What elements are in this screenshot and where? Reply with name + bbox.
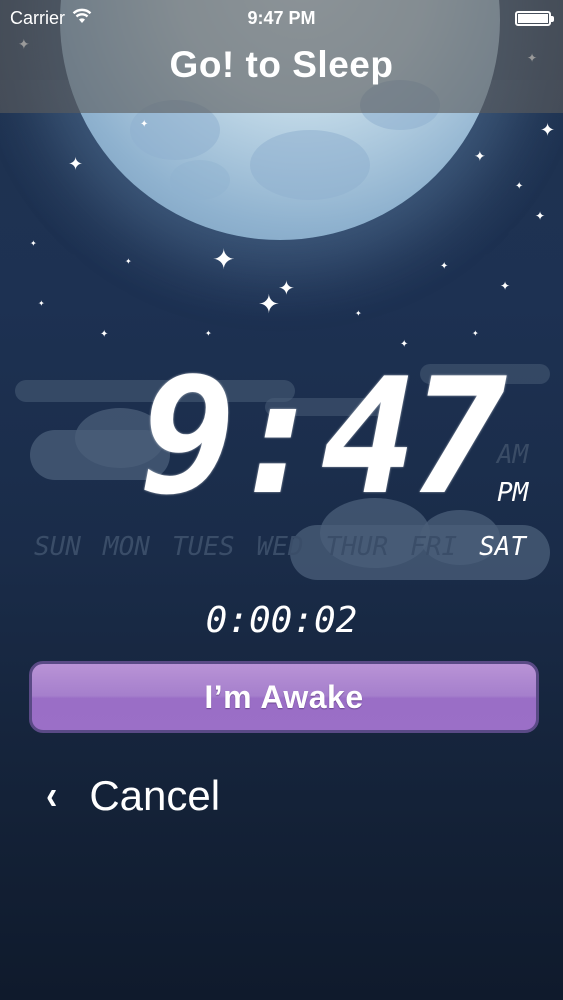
day-sat: SAT [479,532,527,562]
chevron-left-icon: ‹ [46,772,58,819]
star: ✦ [474,149,486,165]
star: ✦ [535,209,546,223]
clock-time: 9:47 [140,343,507,530]
battery-icon [515,10,554,26]
star: ✦ [205,329,212,338]
day-fri: FRI [410,532,458,562]
star: ✦ [540,120,556,141]
star: ✦ [500,279,511,293]
star: ✦ [472,329,479,338]
im-awake-button-label: I’m Awake [204,678,364,715]
star: ✦ [30,239,37,248]
star: ✦ [212,243,236,276]
day-mon: MON [102,532,150,562]
star: ✦ [38,299,45,308]
star: ✦ [278,276,295,300]
page-title: Go! to Sleep [169,44,394,85]
am-indicator: AM [497,440,529,470]
day-thur: THUR [325,532,389,562]
day-tues: TUES [171,532,235,562]
status-time: 9:47 PM [247,7,316,28]
elapsed-timer: 0:00:02 [205,600,358,641]
star: ✦ [515,181,524,192]
day-wed: WED [256,532,304,562]
star: ✦ [140,119,149,130]
cancel-label: Cancel [89,772,221,819]
day-sun: SUN [34,532,81,562]
star: ✦ [100,329,109,340]
pm-indicator: PM [497,478,529,508]
star: ✦ [125,257,132,266]
status-bar: Carrier 9:47 PM [0,0,563,36]
weekday-row: SUN MON TUES WED THUR FRI SAT [34,532,548,562]
star: ✦ [68,154,84,175]
im-awake-button[interactable]: I’m Awake [29,661,539,733]
star: ✦ [355,309,362,318]
star: ✦ [440,261,449,272]
star: ✦ [258,290,280,320]
cancel-button[interactable]: ‹ Cancel [46,772,220,820]
